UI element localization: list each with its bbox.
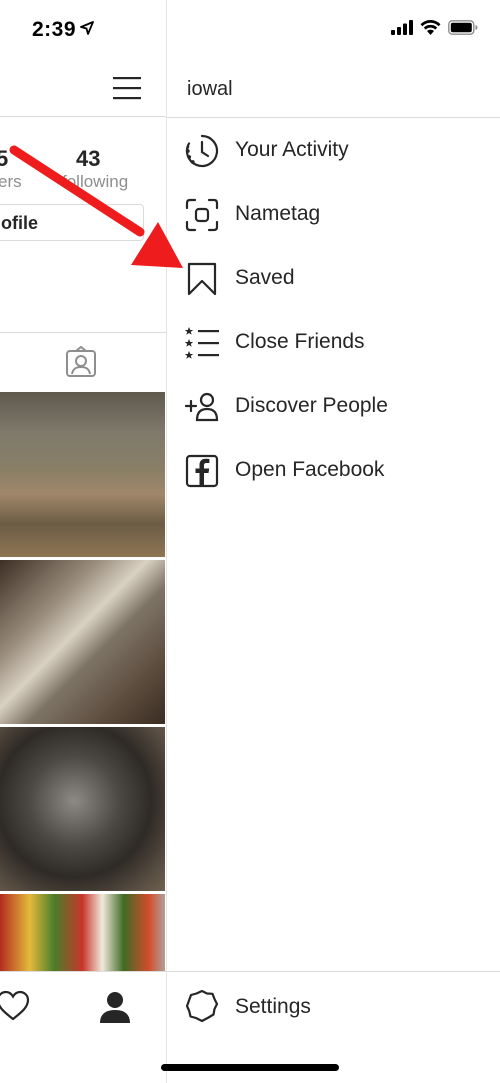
bookmark-icon	[185, 262, 219, 296]
followers-count[interactable]: 5	[0, 146, 8, 172]
close-friends-list-icon	[185, 326, 219, 360]
cellular-signal-icon	[391, 20, 413, 35]
activity-clock-icon	[185, 134, 219, 168]
menu-item-open-facebook[interactable]: Open Facebook	[167, 438, 500, 502]
drawer-footer-divider	[167, 971, 500, 972]
grid-photo[interactable]	[0, 727, 165, 891]
menu-item-saved[interactable]: Saved	[167, 246, 500, 310]
profile-background-pane: 5 ers 43 following ofile	[0, 0, 166, 1083]
header-divider	[0, 116, 166, 117]
wifi-icon	[420, 20, 441, 35]
menu-item-label: Saved	[235, 266, 295, 289]
menu-item-label: Open Facebook	[235, 458, 385, 481]
tabs-divider	[0, 332, 166, 333]
status-time: 2:39	[32, 18, 94, 42]
menu-item-label: Your Activity	[235, 138, 349, 161]
home-indicator[interactable]	[161, 1064, 339, 1071]
menu-item-settings[interactable]: Settings	[167, 975, 500, 1039]
menu-item-label: Discover People	[235, 394, 388, 417]
menu-item-nametag[interactable]: Nametag	[167, 182, 500, 246]
menu-item-your-activity[interactable]: Your Activity	[167, 118, 500, 182]
battery-icon	[448, 20, 478, 35]
menu-item-discover-people[interactable]: Discover People	[167, 374, 500, 438]
edit-profile-button[interactable]: ofile	[0, 204, 144, 241]
menu-item-label: Nametag	[235, 202, 321, 225]
following-count[interactable]: 43	[76, 146, 100, 172]
facebook-icon	[185, 454, 219, 488]
tagged-photos-icon[interactable]	[65, 346, 97, 378]
nametag-icon	[185, 198, 219, 232]
status-icons	[391, 20, 478, 35]
menu-hamburger-icon[interactable]	[112, 74, 142, 102]
status-time-text: 2:39	[32, 18, 77, 41]
following-label: following	[62, 172, 129, 191]
add-person-icon	[185, 390, 219, 424]
profile-tab-icon[interactable]	[98, 990, 132, 1024]
side-drawer: iowal Your Activity Nametag Saved Close …	[166, 0, 500, 1083]
menu-item-label: Close Friends	[235, 330, 365, 353]
menu-item-close-friends[interactable]: Close Friends	[167, 310, 500, 374]
username: iowal	[187, 78, 233, 100]
grid-photo[interactable]	[0, 894, 165, 972]
heart-icon[interactable]	[0, 990, 30, 1022]
tab-bar-divider	[0, 971, 166, 972]
grid-photo[interactable]	[0, 392, 165, 557]
settings-label: Settings	[235, 995, 311, 1018]
edit-profile-label: ofile	[1, 213, 39, 233]
followers-label: ers	[0, 172, 22, 191]
grid-photo[interactable]	[0, 560, 165, 724]
location-arrow-icon	[80, 21, 94, 35]
gear-icon	[185, 989, 219, 1023]
